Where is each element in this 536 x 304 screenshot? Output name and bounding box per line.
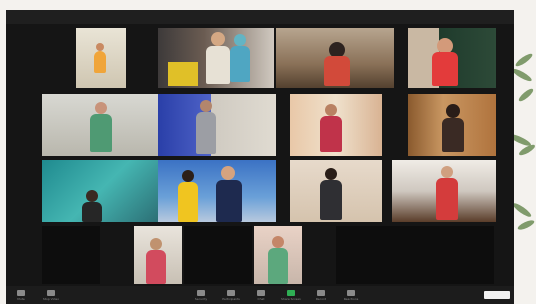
- participant-video-tile[interactable]: [76, 28, 126, 88]
- participant-video-tile[interactable]: [392, 160, 496, 222]
- share-screen-icon: [287, 289, 295, 296]
- participants-button[interactable]: Participants: [219, 289, 243, 301]
- smiley-icon: [347, 289, 355, 296]
- record-button[interactable]: Record: [309, 289, 333, 301]
- participant-video-tile[interactable]: [254, 226, 302, 284]
- meeting-toolbar: Mute Stop Video Security Participants Ch…: [6, 286, 514, 304]
- participant-video-tile[interactable]: [408, 94, 496, 156]
- window-top-bar: [6, 10, 514, 24]
- participant-video-tile[interactable]: [408, 28, 496, 88]
- reactions-button[interactable]: Reactions: [339, 289, 363, 301]
- participant-video-tile[interactable]: [276, 28, 394, 88]
- end-meeting-button[interactable]: [484, 291, 510, 299]
- participant-video-off-tile[interactable]: [184, 226, 252, 284]
- participant-video-tile[interactable]: [158, 28, 274, 88]
- mute-button[interactable]: Mute: [9, 289, 33, 301]
- participant-video-tile[interactable]: [134, 226, 182, 284]
- video-camera-icon: [47, 289, 55, 296]
- video-meeting-window: Mute Stop Video Security Participants Ch…: [6, 10, 514, 304]
- microphone-icon: [17, 289, 25, 296]
- participant-video-off-tile[interactable]: [336, 226, 494, 284]
- chat-bubble-icon: [257, 289, 265, 296]
- shield-icon: [197, 289, 205, 296]
- participant-video-tile[interactable]: [42, 160, 158, 222]
- record-icon: [317, 289, 325, 296]
- participant-video-tile[interactable]: [42, 94, 158, 156]
- participant-video-tile[interactable]: [158, 160, 276, 222]
- participant-video-tile[interactable]: [290, 160, 382, 222]
- stop-video-button[interactable]: Stop Video: [39, 289, 63, 301]
- participant-video-tile[interactable]: [158, 94, 276, 156]
- share-screen-button[interactable]: Share Screen: [279, 289, 303, 301]
- security-button[interactable]: Security: [189, 289, 213, 301]
- participant-video-tile[interactable]: [290, 94, 382, 156]
- chat-button[interactable]: Chat: [249, 289, 273, 301]
- people-icon: [227, 289, 235, 296]
- participant-video-off-tile[interactable]: [42, 226, 100, 284]
